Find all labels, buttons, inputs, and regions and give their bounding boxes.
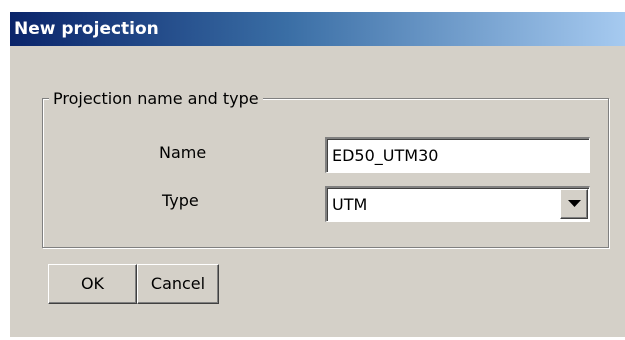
name-label: Name [159, 143, 207, 162]
type-dropdown-button[interactable] [560, 189, 588, 219]
projection-group-box [42, 98, 609, 248]
chevron-down-icon [568, 200, 581, 207]
title-bar[interactable]: New projection [10, 12, 625, 46]
ok-button[interactable]: OK [48, 264, 137, 304]
group-legend: Projection name and type [49, 89, 263, 109]
cancel-button[interactable]: Cancel [137, 264, 219, 304]
type-select[interactable]: UTM [325, 186, 590, 222]
new-projection-dialog: New projection Projection name and type … [10, 12, 625, 337]
type-selected-value: UTM [332, 195, 368, 214]
dialog-title: New projection [14, 19, 159, 39]
type-label: Type [162, 191, 199, 210]
name-input[interactable] [325, 137, 590, 173]
